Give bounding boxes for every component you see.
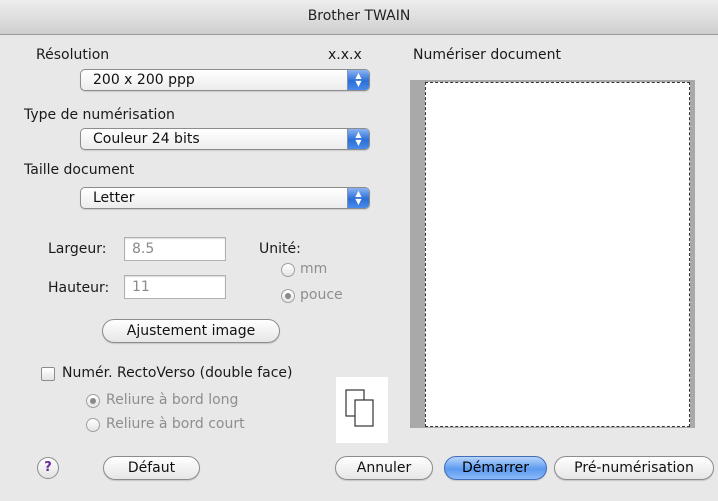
cancel-button[interactable]: Annuler xyxy=(335,456,433,480)
unit-label: Unité: xyxy=(259,241,301,257)
help-button[interactable]: ? xyxy=(37,457,59,479)
adjust-image-button[interactable]: Ajustement image xyxy=(102,319,280,343)
width-label: Largeur: xyxy=(48,241,107,257)
scan-type-value: Couleur 24 bits xyxy=(93,131,200,147)
title-bar: Brother TWAIN xyxy=(0,0,718,35)
scan-type-label: Type de numérisation xyxy=(24,107,175,123)
resolution-value: 200 x 200 ppp xyxy=(93,72,195,88)
scan-type-popup[interactable]: Couleur 24 bits ▲ ▼ xyxy=(80,128,370,150)
resolution-popup[interactable]: 200 x 200 ppp ▲ ▼ xyxy=(80,69,370,91)
unit-mm-radio[interactable] xyxy=(281,263,295,277)
width-field[interactable]: 8.5 xyxy=(124,237,226,261)
doc-size-label: Taille document xyxy=(24,162,135,178)
two-pages-icon xyxy=(345,389,374,427)
duplex-label: Numér. RectoVerso (double face) xyxy=(62,365,293,381)
start-button[interactable]: Démarrer xyxy=(444,456,547,480)
width-value: 8.5 xyxy=(132,241,155,257)
resolution-label: Résolution xyxy=(36,47,110,63)
up-down-arrows-icon: ▲ ▼ xyxy=(347,188,369,208)
unit-pouce-label: pouce xyxy=(300,287,343,303)
version-label: x.x.x xyxy=(328,47,362,63)
height-label: Hauteur: xyxy=(48,280,110,296)
default-button[interactable]: Défaut xyxy=(103,456,200,480)
window-title: Brother TWAIN xyxy=(307,8,411,24)
prescan-button[interactable]: Pré-numérisation xyxy=(554,456,714,480)
height-field[interactable]: 11 xyxy=(124,275,226,299)
binding-long-label: Reliure à bord long xyxy=(106,392,239,408)
height-value: 11 xyxy=(132,279,150,295)
up-down-arrows-icon: ▲ ▼ xyxy=(347,70,369,90)
binding-short-radio[interactable] xyxy=(86,418,100,432)
doc-size-popup[interactable]: Letter ▲ ▼ xyxy=(80,187,370,209)
page-layout-preview xyxy=(336,377,388,443)
preview-label: Numériser document xyxy=(413,47,561,63)
preview-area[interactable] xyxy=(425,82,690,427)
unit-mm-label: mm xyxy=(300,261,328,277)
binding-long-radio[interactable] xyxy=(86,394,100,408)
binding-short-label: Reliure à bord court xyxy=(106,416,245,432)
duplex-checkbox[interactable] xyxy=(41,367,55,381)
unit-pouce-radio[interactable] xyxy=(281,289,295,303)
doc-size-value: Letter xyxy=(93,190,135,206)
up-down-arrows-icon: ▲ ▼ xyxy=(347,129,369,149)
